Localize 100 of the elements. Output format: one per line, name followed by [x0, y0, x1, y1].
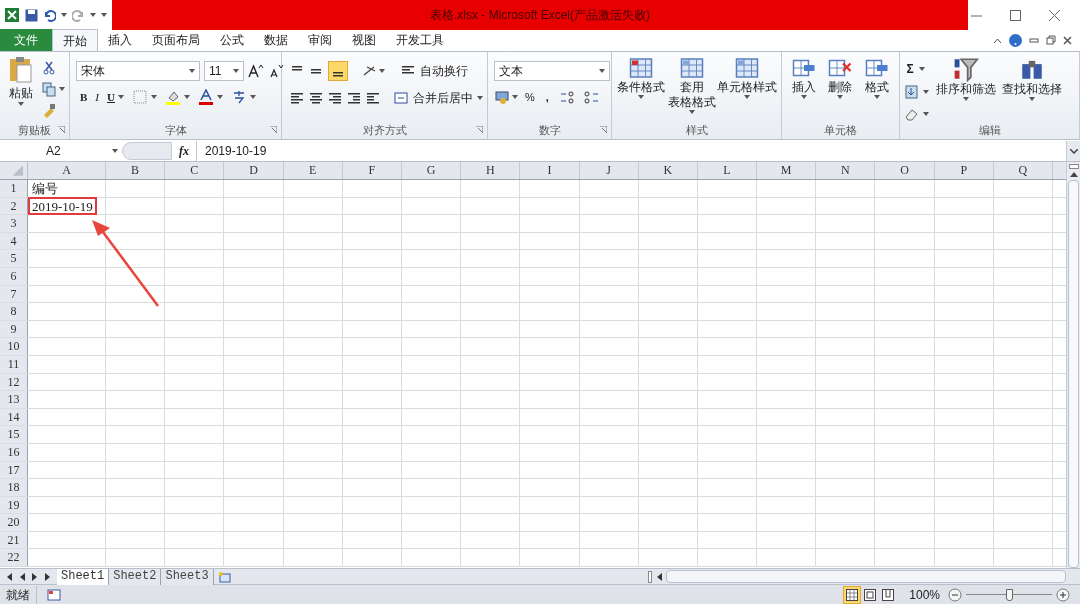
- wrap-text-button[interactable]: 自动换行: [402, 62, 468, 80]
- ribbon-tab[interactable]: 开始: [52, 29, 98, 51]
- scroll-up-icon[interactable]: [1069, 172, 1078, 177]
- caret-icon[interactable]: [477, 96, 483, 100]
- caret-icon[interactable]: [17, 102, 24, 106]
- ribbon-tab[interactable]: 视图: [342, 29, 386, 51]
- spreadsheet-app-icon[interactable]: [4, 7, 20, 23]
- ribbon-button[interactable]: 格式: [858, 56, 895, 121]
- formula-divider-handle[interactable]: [122, 142, 172, 160]
- merge-center-button[interactable]: 合并后居中: [393, 89, 483, 107]
- collapse-ribbon-icon[interactable]: [993, 36, 1002, 44]
- ribbon-tab[interactable]: 数据: [254, 29, 298, 51]
- macro-record-icon[interactable]: [47, 588, 61, 601]
- caret-icon[interactable]: [919, 67, 925, 71]
- dialog-launcher-icon[interactable]: [476, 126, 483, 133]
- row-header[interactable]: 18: [0, 479, 28, 496]
- column-header[interactable]: G: [401, 162, 462, 179]
- font-size-dropdown[interactable]: 11: [204, 61, 244, 81]
- number-format-dropdown[interactable]: 文本: [494, 61, 610, 81]
- copy-icon[interactable]: [41, 81, 57, 97]
- column-header[interactable]: F: [342, 162, 402, 179]
- column-header[interactable]: C: [165, 162, 225, 179]
- caret-icon[interactable]: [837, 95, 844, 99]
- decrease-indent-icon[interactable]: [347, 92, 361, 104]
- caret-icon[interactable]: [233, 69, 239, 73]
- caret-icon[interactable]: [59, 87, 65, 91]
- column-header[interactable]: K: [638, 162, 698, 179]
- insert-function-button[interactable]: fx: [172, 142, 196, 160]
- cell-styles-icon[interactable]: [734, 56, 759, 80]
- ribbon-button[interactable]: 查找和选择: [999, 56, 1065, 122]
- scissors-icon[interactable]: [41, 60, 57, 76]
- font-name-dropdown[interactable]: 宋体: [76, 61, 200, 81]
- caret-icon[interactable]: [963, 97, 969, 101]
- ribbon-button[interactable]: 删除: [822, 56, 859, 121]
- ribbon-button[interactable]: 单元格样式: [716, 56, 777, 121]
- currency-icon[interactable]: [494, 89, 510, 106]
- row-header[interactable]: 15: [0, 426, 28, 443]
- table-cell[interactable]: 2019-10-19: [28, 196, 97, 216]
- caret-icon[interactable]: [189, 69, 195, 73]
- caret-icon[interactable]: [150, 95, 157, 100]
- expand-formula-button[interactable]: [1066, 141, 1080, 161]
- column-header[interactable]: O: [875, 162, 935, 179]
- increase-decimal-icon[interactable]: [559, 89, 576, 106]
- column-header[interactable]: H: [461, 162, 521, 179]
- ribbon-tab[interactable]: 页面布局: [142, 29, 210, 51]
- column-header[interactable]: L: [697, 162, 758, 179]
- ribbon-tab[interactable]: 开发工具: [386, 29, 454, 51]
- caret-icon[interactable]: [638, 95, 645, 99]
- bold-button[interactable]: B: [80, 89, 88, 106]
- column-header[interactable]: N: [816, 162, 876, 179]
- split-box-handle[interactable]: [1068, 164, 1079, 169]
- caret-icon[interactable]: [112, 149, 118, 153]
- italic-button[interactable]: I: [95, 89, 99, 106]
- caret-icon[interactable]: [183, 95, 190, 100]
- row-header[interactable]: 22: [0, 549, 28, 567]
- sheet-tab[interactable]: Sheet2: [109, 568, 162, 585]
- ribbon-tab[interactable]: 公式: [210, 29, 254, 51]
- align-center-icon[interactable]: [309, 92, 323, 104]
- dialog-launcher-icon[interactable]: [270, 126, 277, 133]
- column-header[interactable]: J: [579, 162, 639, 179]
- row-header[interactable]: 3: [0, 215, 28, 232]
- row-header[interactable]: 8: [0, 303, 28, 320]
- file-tab[interactable]: 文件: [0, 29, 52, 51]
- ribbon-button[interactable]: 插入: [786, 56, 823, 121]
- caret-icon[interactable]: [923, 90, 929, 94]
- merge-cells-icon[interactable]: [393, 90, 409, 106]
- wrap-text-icon[interactable]: [402, 65, 416, 77]
- caret-icon[interactable]: [873, 95, 880, 99]
- comma-button[interactable]: ,: [541, 89, 553, 106]
- row-header[interactable]: 20: [0, 514, 28, 531]
- table-format-icon[interactable]: [679, 56, 704, 80]
- ribbon-tab[interactable]: 审阅: [298, 29, 342, 51]
- scroll-left-icon[interactable]: [656, 572, 662, 581]
- underline-button[interactable]: U: [107, 89, 115, 106]
- minimize-icon[interactable]: [1029, 36, 1039, 44]
- ribbon-button[interactable]: 套用 表格格式: [666, 56, 717, 121]
- dialog-launcher-icon[interactable]: [600, 126, 607, 133]
- zoom-slider[interactable]: [966, 587, 1052, 602]
- restore-icon[interactable]: [1046, 35, 1056, 45]
- column-header[interactable]: E: [283, 162, 343, 179]
- caret-icon[interactable]: [923, 112, 929, 116]
- paste-button[interactable]: 粘贴: [4, 56, 37, 121]
- column-header[interactable]: B: [106, 162, 166, 179]
- zoom-slider-thumb[interactable]: [1006, 588, 1013, 601]
- column-header[interactable]: A: [28, 162, 106, 179]
- column-header[interactable]: P: [934, 162, 994, 179]
- align-left-icon[interactable]: [290, 92, 304, 104]
- grow-font-icon[interactable]: [248, 63, 264, 79]
- fill-color-icon[interactable]: [164, 89, 181, 106]
- caret-icon[interactable]: [743, 95, 750, 99]
- caret-icon[interactable]: [249, 95, 256, 100]
- column-header[interactable]: D: [224, 162, 284, 179]
- zoom-in-icon[interactable]: [1056, 587, 1070, 602]
- autosum-button[interactable]: Σ: [904, 60, 916, 78]
- caret-icon[interactable]: [1029, 97, 1035, 101]
- dialog-launcher-icon[interactable]: [58, 126, 65, 133]
- ribbon-button[interactable]: 排序和筛选: [933, 56, 999, 122]
- horizontal-scrollbar[interactable]: [666, 570, 1066, 583]
- row-header[interactable]: 10: [0, 338, 28, 355]
- sheet-tab[interactable]: Sheet3: [161, 568, 214, 585]
